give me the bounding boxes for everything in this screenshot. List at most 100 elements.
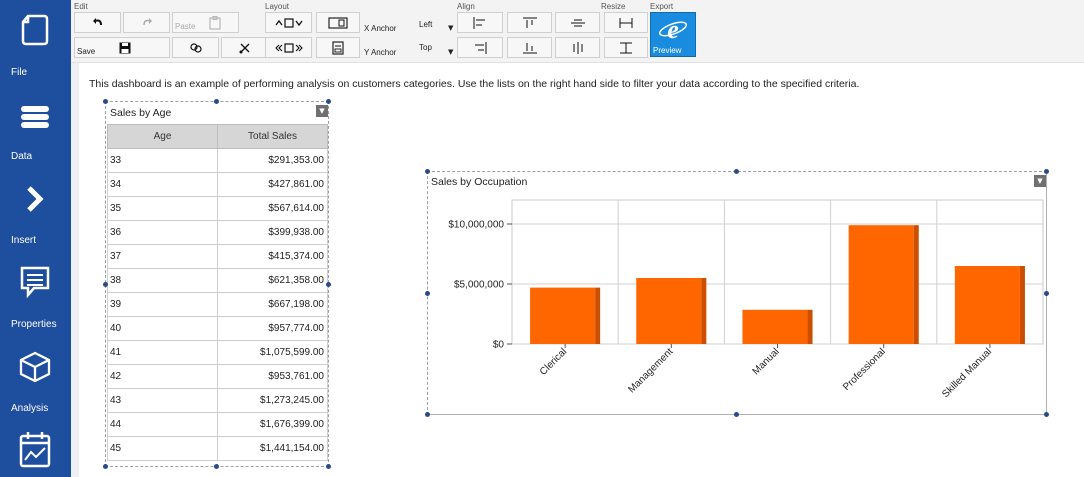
internet-explorer-icon: e xyxy=(658,16,688,42)
sidebar-item-insert[interactable]: Insert xyxy=(0,168,71,252)
table-row[interactable]: 41 $1,075,599.00 xyxy=(107,340,328,365)
sales-by-age-widget[interactable]: Sales by Age ▼ Age Total Sales 33 $291,35… xyxy=(105,101,329,467)
table-row[interactable]: 39 $667,198.00 xyxy=(107,292,328,317)
x-anchor-dropdown[interactable]: X Anchor Left ▼ xyxy=(362,12,455,34)
total-sales-cell: $1,676,399.00 xyxy=(217,412,328,437)
table-row[interactable]: 38 $621,358.00 xyxy=(107,268,328,293)
speech-bubble-icon xyxy=(20,266,50,298)
total-sales-cell: $399,938.00 xyxy=(217,220,328,245)
resize-handle[interactable] xyxy=(103,99,108,104)
y-anchor-label: Y Anchor xyxy=(364,48,397,57)
preview-label: Preview xyxy=(653,46,682,55)
age-cell: 43 xyxy=(107,388,218,413)
cut-button[interactable] xyxy=(221,37,268,58)
resize-handle[interactable] xyxy=(1044,291,1049,296)
age-cell: 41 xyxy=(107,340,218,365)
table-row[interactable]: 40 $957,774.00 xyxy=(107,316,328,341)
resize-handle[interactable] xyxy=(326,282,331,287)
resize-handle[interactable] xyxy=(425,412,430,417)
age-cell: 37 xyxy=(107,244,218,269)
dashboard-description: This dashboard is an example of performi… xyxy=(89,78,860,90)
table-row[interactable]: 43 $1,273,245.00 xyxy=(107,388,328,413)
copy-button[interactable] xyxy=(172,37,219,58)
y-tick-label: $0 xyxy=(493,340,505,351)
chevron-right-icon xyxy=(27,186,44,212)
send-backward-button[interactable] xyxy=(316,12,360,33)
widget-menu-button[interactable]: ▼ xyxy=(1034,175,1046,187)
sidebar-item-label: Insert xyxy=(11,235,37,246)
align-bottom-icon xyxy=(522,42,537,53)
total-sales-cell: $1,273,245.00 xyxy=(217,388,328,413)
align-center-horizontal-button[interactable] xyxy=(555,37,600,58)
same-width-button[interactable] xyxy=(604,12,648,33)
align-bottom-button[interactable] xyxy=(507,37,552,58)
column-header-total-sales[interactable]: Total Sales xyxy=(217,124,328,149)
resize-handle[interactable] xyxy=(425,291,430,296)
total-sales-cell: $957,774.00 xyxy=(217,316,328,341)
resize-handle[interactable] xyxy=(103,282,108,287)
widget-menu-button[interactable]: ▼ xyxy=(316,105,328,117)
distribute-button[interactable] xyxy=(265,37,312,58)
distribute-horizontal-icon xyxy=(274,42,303,53)
resize-handle[interactable] xyxy=(734,412,739,417)
sidebar-item-label: Analysis xyxy=(11,403,49,414)
table-row[interactable]: 34 $427,861.00 xyxy=(107,172,328,197)
y-anchor-dropdown[interactable]: Y Anchor Top ▼ xyxy=(362,37,455,59)
total-sales-cell: $1,075,599.00 xyxy=(217,340,328,365)
align-top-icon xyxy=(522,17,537,28)
sidebar-item-label: Data xyxy=(11,151,33,162)
age-cell: 40 xyxy=(107,316,218,341)
align-top-button[interactable] xyxy=(507,12,552,33)
group-title-resize: Resize xyxy=(601,2,626,11)
resize-handle[interactable] xyxy=(214,99,219,104)
bar-chart: $0 $5,000,000 $10,000,000 Clerical Managemen… xyxy=(448,199,1044,400)
table-row[interactable]: 37 $415,374.00 xyxy=(107,244,328,269)
table-row[interactable]: 44 $1,676,399.00 xyxy=(107,412,328,437)
bring-forward-button[interactable] xyxy=(265,12,312,33)
resize-handle[interactable] xyxy=(326,464,331,469)
age-cell: 44 xyxy=(107,412,218,437)
resize-handle[interactable] xyxy=(1044,412,1049,417)
chart-title: Sales by Occupation xyxy=(431,176,528,188)
age-cell: 45 xyxy=(107,436,218,461)
resize-handle[interactable] xyxy=(734,169,739,174)
x-tick-label: Skilled Manual xyxy=(940,346,994,400)
dock-bottom-button[interactable] xyxy=(316,37,360,58)
align-center-vertical-button[interactable] xyxy=(555,12,600,33)
resize-handle[interactable] xyxy=(214,464,219,469)
sidebar-item-schedule[interactable] xyxy=(0,420,71,477)
resize-handle[interactable] xyxy=(425,169,430,174)
x-tick-label: Clerical xyxy=(538,346,569,377)
redo-button[interactable] xyxy=(123,12,170,33)
resize-handle[interactable] xyxy=(326,99,331,104)
sidebar-item-properties[interactable]: Properties xyxy=(0,252,71,336)
resize-handle[interactable] xyxy=(1044,169,1049,174)
sidebar-item-file[interactable]: File xyxy=(0,0,71,84)
paste-button[interactable]: Paste xyxy=(172,12,239,33)
x-anchor-label: X Anchor xyxy=(364,24,397,33)
resize-handle[interactable] xyxy=(103,464,108,469)
sidebar-item-data[interactable]: Data xyxy=(0,84,71,168)
table-row[interactable]: 33 $291,353.00 xyxy=(107,148,328,173)
chevron-down-icon: ▼ xyxy=(448,48,454,56)
database-icon xyxy=(21,106,49,128)
group-title-export: Export xyxy=(650,2,674,11)
resize-width-icon xyxy=(619,17,633,28)
column-header-age[interactable]: Age xyxy=(107,124,218,149)
total-sales-cell: $415,374.00 xyxy=(217,244,328,269)
sales-by-occupation-widget[interactable]: Sales by Occupation ▼ $0 $5,000,000 $10,00… xyxy=(427,171,1047,415)
file-icon xyxy=(21,14,49,46)
undo-button[interactable] xyxy=(74,12,121,33)
preview-button[interactable]: e Preview xyxy=(650,12,696,57)
save-button[interactable]: Save xyxy=(74,37,170,58)
align-right-button[interactable] xyxy=(457,37,503,58)
sidebar-item-analysis[interactable]: Analysis xyxy=(0,336,71,420)
cube-icon xyxy=(19,351,51,383)
table-row[interactable]: 36 $399,938.00 xyxy=(107,220,328,245)
table-row[interactable]: 45 $1,441,154.00 xyxy=(107,436,328,461)
table-row[interactable]: 42 $953,761.00 xyxy=(107,364,328,389)
table-row[interactable]: 35 $567,614.00 xyxy=(107,196,328,221)
bar-side xyxy=(595,287,601,344)
align-left-button[interactable] xyxy=(457,12,503,33)
same-height-button[interactable] xyxy=(604,37,648,58)
